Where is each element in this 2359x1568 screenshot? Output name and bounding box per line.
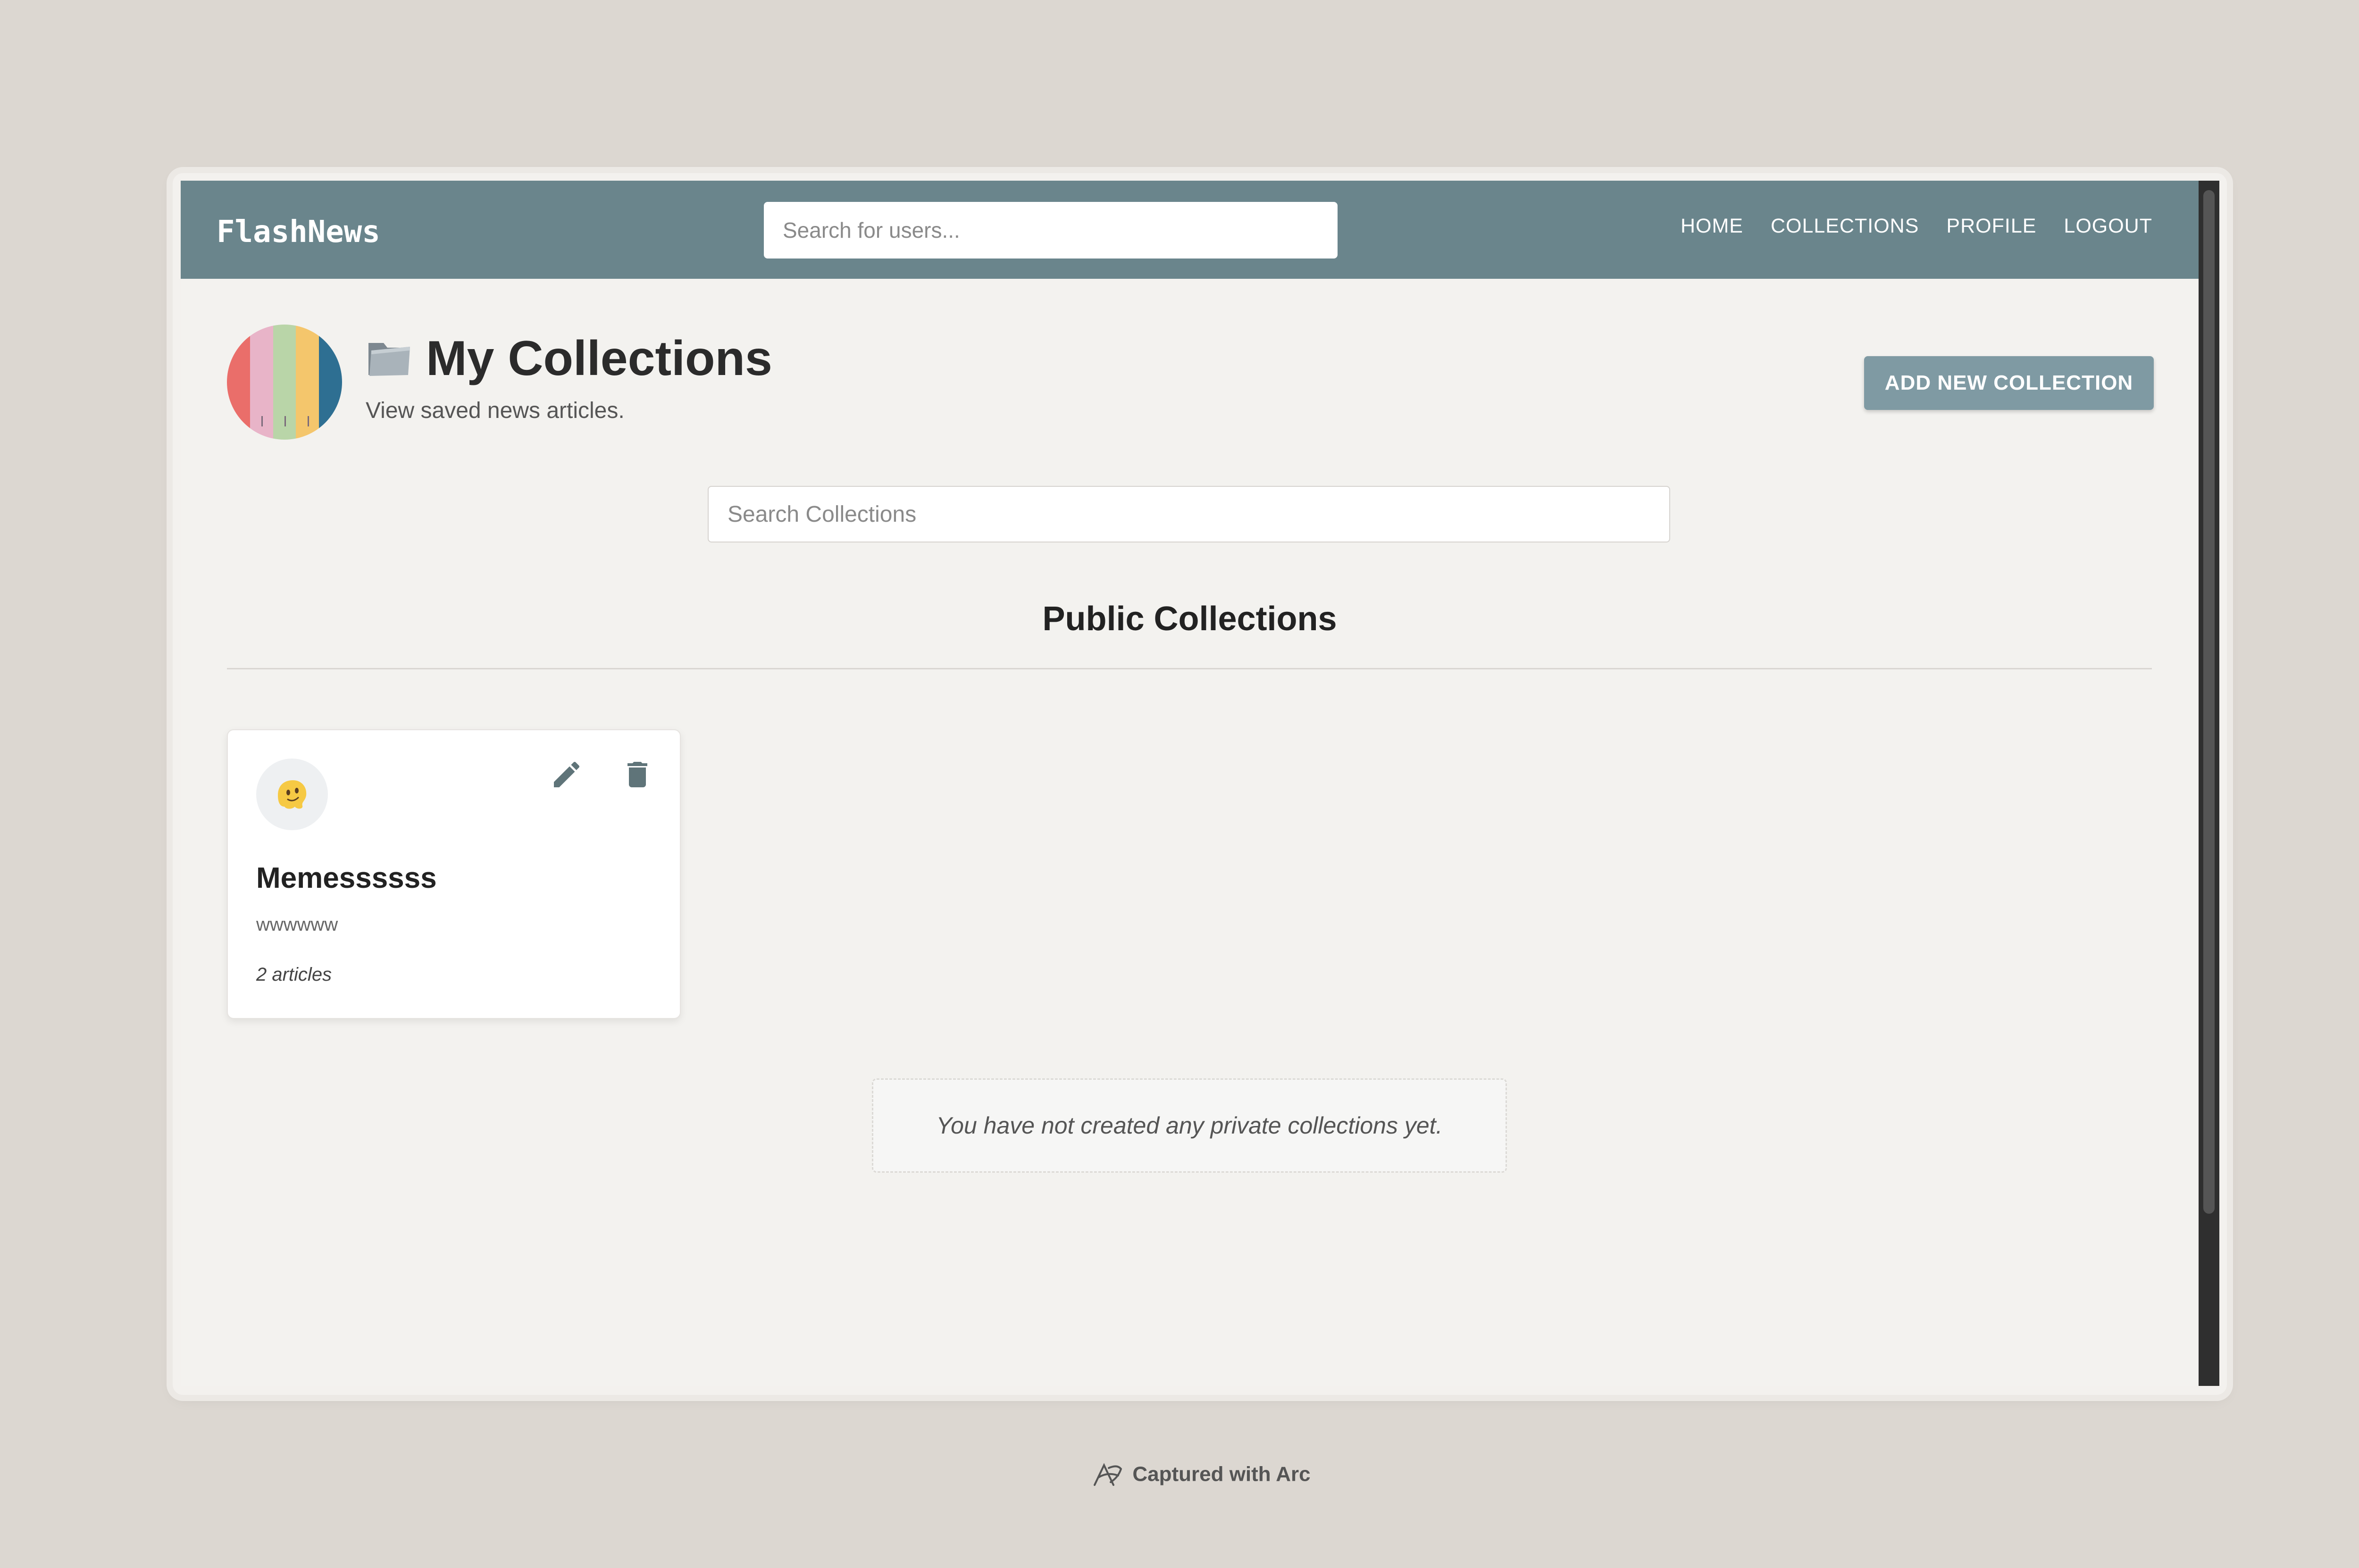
- private-collections-empty-message: You have not created any private collect…: [872, 1078, 1507, 1173]
- delete-icon[interactable]: [620, 758, 654, 792]
- nav-link-logout[interactable]: LOGOUT: [2064, 215, 2152, 238]
- app-window: FlashNews HOME COLLECTIONS PROFILE LOGOU…: [181, 181, 2199, 1386]
- add-new-collection-button[interactable]: ADD NEW COLLECTION: [1864, 356, 2154, 410]
- folder-icon: [368, 343, 410, 376]
- arc-logo-icon: [1094, 1463, 1122, 1486]
- collection-search-input[interactable]: [708, 486, 1670, 542]
- collection-card-description: wwwwww: [256, 914, 338, 935]
- page-title: My Collections: [426, 331, 772, 386]
- avatar: [227, 325, 342, 440]
- public-collections-heading: Public Collections: [1042, 600, 1337, 638]
- nav-link-collections[interactable]: COLLECTIONS: [1771, 215, 1919, 238]
- page-subtitle: View saved news articles.: [366, 398, 625, 423]
- user-search-input[interactable]: [764, 202, 1338, 259]
- scrollbar-thumb[interactable]: [2203, 190, 2215, 1214]
- captured-with-arc: Captured with Arc: [0, 1461, 2359, 1490]
- brand-logo[interactable]: FlashNews: [217, 215, 380, 250]
- nav-link-profile[interactable]: PROFILE: [1946, 215, 2036, 238]
- collection-card[interactable]: Memessssss wwwwww 2 articles: [227, 729, 681, 1019]
- collection-emoji-badge: [256, 759, 328, 830]
- collection-card-article-count: 2 articles: [256, 964, 332, 985]
- captured-text: Captured with Arc: [1132, 1462, 1311, 1486]
- nav-links: HOME COLLECTIONS PROFILE LOGOUT: [1653, 215, 2152, 238]
- scrollbar[interactable]: [2199, 181, 2219, 1386]
- nav-link-home[interactable]: HOME: [1681, 215, 1743, 238]
- collection-card-title[interactable]: Memessssss: [256, 861, 437, 895]
- navbar: FlashNews HOME COLLECTIONS PROFILE LOGOU…: [181, 181, 2199, 279]
- edit-icon[interactable]: [550, 758, 584, 792]
- section-divider: [227, 668, 2152, 669]
- melting-face-icon: [278, 780, 307, 809]
